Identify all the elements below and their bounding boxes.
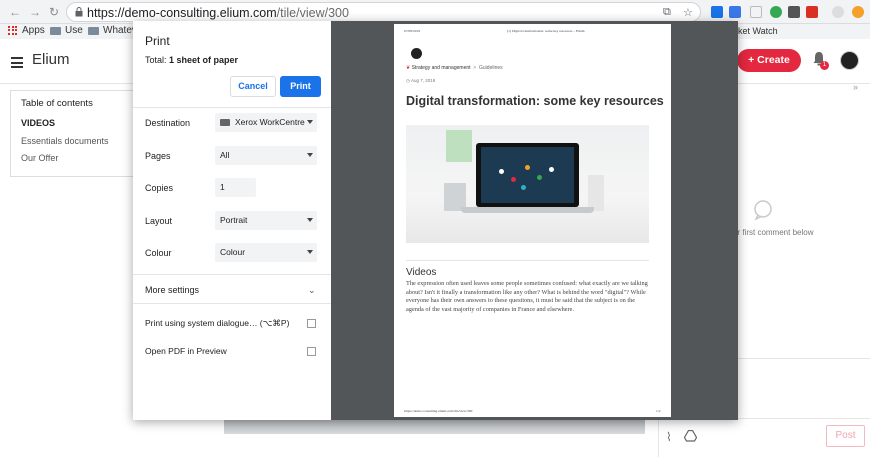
layout-label: Layout — [145, 216, 173, 226]
pages-select[interactable]: All — [215, 146, 317, 165]
external-link-icon[interactable] — [307, 347, 316, 356]
colour-label: Colour — [145, 248, 172, 258]
brand-name: Elium — [32, 51, 70, 68]
avatar — [411, 48, 422, 59]
extension-icon[interactable] — [770, 6, 782, 18]
bookmark-use[interactable]: Use — [50, 25, 83, 36]
print-dialog: Print Total: 1 sheet of paper Cancel Pri… — [133, 21, 738, 420]
external-link-icon[interactable] — [307, 319, 316, 328]
chevron-down-icon[interactable]: ⌄ — [308, 285, 316, 296]
copies-label: Copies — [145, 183, 174, 193]
print-total: Total: 1 sheet of paper — [145, 55, 239, 65]
chevron-down-icon — [307, 218, 313, 222]
lock-icon — [75, 7, 83, 17]
apps-grid-icon — [8, 25, 18, 36]
address-bar[interactable]: https://demo-consulting.elium.com/tile/v… — [66, 2, 701, 22]
print-button[interactable]: Print — [280, 76, 321, 97]
article-image — [224, 420, 645, 434]
layout-select[interactable]: Portrait — [215, 211, 317, 230]
system-dialog-link[interactable]: Print using system dialogue… (⌥⌘P) — [145, 318, 289, 329]
collapse-chevron-icon[interactable]: » — [853, 82, 858, 92]
page-header-date: 07/08/2019 — [404, 29, 420, 33]
more-settings-toggle[interactable]: More settings — [145, 285, 199, 295]
destination-select[interactable]: Xerox WorkCentre — [215, 113, 317, 132]
breadcrumb: ❦ Strategy and management > Guidelines — [406, 65, 503, 71]
star-icon[interactable]: ☆ — [683, 6, 693, 19]
divider — [133, 274, 331, 275]
destination-label: Destination — [145, 118, 191, 128]
extension-icon[interactable] — [788, 6, 800, 18]
comment-placeholder: ur first comment below — [733, 228, 814, 237]
divider — [658, 420, 659, 457]
avatar[interactable] — [840, 51, 859, 70]
toc-item[interactable]: Essentials documents — [21, 136, 109, 146]
table-of-contents: Table of contents VIDEOS Essentials docu… — [10, 90, 134, 177]
divider — [133, 107, 331, 108]
laptop-base — [461, 207, 594, 213]
url-text: https://demo-consulting.elium.com/tile/v… — [87, 6, 349, 20]
print-settings-panel: Print Total: 1 sheet of paper Cancel Pri… — [133, 21, 331, 420]
market-watch-link[interactable]: rket Watch — [735, 26, 778, 36]
page-header-title: (1) Digital transformation: some key res… — [507, 29, 585, 33]
page-footer-url: https://demo-consulting.elium.com/tile/v… — [404, 409, 473, 413]
post-date: ◷ Aug 7, 2019 — [406, 78, 436, 83]
laptop-display — [481, 147, 574, 203]
reload-icon[interactable]: ↻ — [47, 4, 61, 20]
section-heading: Videos — [406, 267, 437, 278]
graphic-dot — [499, 169, 504, 174]
attachment-icon[interactable]: ⌇ — [666, 430, 672, 444]
profile-icon[interactable] — [832, 6, 844, 18]
create-button[interactable]: + Create — [737, 49, 801, 72]
extension-icon[interactable] — [806, 6, 818, 18]
drive-icon[interactable] — [684, 430, 697, 442]
chevron-down-icon — [307, 120, 313, 124]
speech-bubble-icon — [754, 200, 772, 220]
graphic-dot — [521, 185, 526, 190]
graphic-dot — [511, 177, 516, 182]
clock-icon: ◷ — [406, 78, 410, 83]
graphic-dot — [549, 167, 554, 172]
printer-icon — [220, 119, 230, 126]
print-title: Print — [145, 34, 170, 48]
pages-label: Pages — [145, 151, 171, 161]
extension-icon[interactable] — [852, 6, 864, 18]
menu-icon[interactable] — [11, 57, 23, 71]
preview-page: 07/08/2019 (1) Digital transformation: s… — [394, 24, 671, 417]
laptop-screen — [476, 143, 579, 207]
translate-icon[interactable]: ⧉ — [663, 6, 671, 19]
toc-item[interactable]: VIDEOS — [21, 118, 55, 128]
chevron-down-icon — [307, 153, 313, 157]
laptop-image — [406, 125, 649, 243]
forward-icon[interactable]: → — [28, 4, 42, 20]
page-number: 1/2 — [656, 409, 661, 413]
toc-item[interactable]: Our Offer — [21, 153, 58, 163]
copies-input[interactable]: 1 — [215, 178, 256, 197]
divider — [737, 358, 870, 359]
cancel-button[interactable]: Cancel — [230, 76, 276, 97]
bookmark-apps[interactable]: Apps — [8, 25, 45, 36]
graphic-dot — [525, 165, 530, 170]
body-text: The expression often used leaves some pe… — [406, 280, 648, 313]
colour-select[interactable]: Colour — [215, 243, 317, 262]
page-title: Digital transformation: some key resourc… — [406, 94, 664, 108]
extension-icon[interactable] — [711, 6, 723, 18]
category-icon: ❦ — [406, 65, 411, 71]
decor — [588, 175, 604, 211]
graphic-dot — [537, 175, 542, 180]
notification-badge: 1 — [820, 61, 829, 70]
print-preview: 07/08/2019 (1) Digital transformation: s… — [331, 21, 738, 420]
divider — [406, 260, 649, 261]
folder-icon — [50, 26, 61, 35]
open-pdf-link[interactable]: Open PDF in Preview — [145, 346, 227, 356]
toc-title: Table of contents — [21, 98, 93, 109]
post-button[interactable]: Post — [826, 425, 865, 447]
extension-icon[interactable] — [750, 6, 762, 18]
chevron-down-icon — [307, 250, 313, 254]
decor — [446, 130, 472, 162]
divider — [133, 303, 331, 304]
extension-icon[interactable] — [729, 6, 741, 18]
folder-icon — [88, 26, 99, 35]
back-icon[interactable]: ← — [8, 4, 22, 20]
